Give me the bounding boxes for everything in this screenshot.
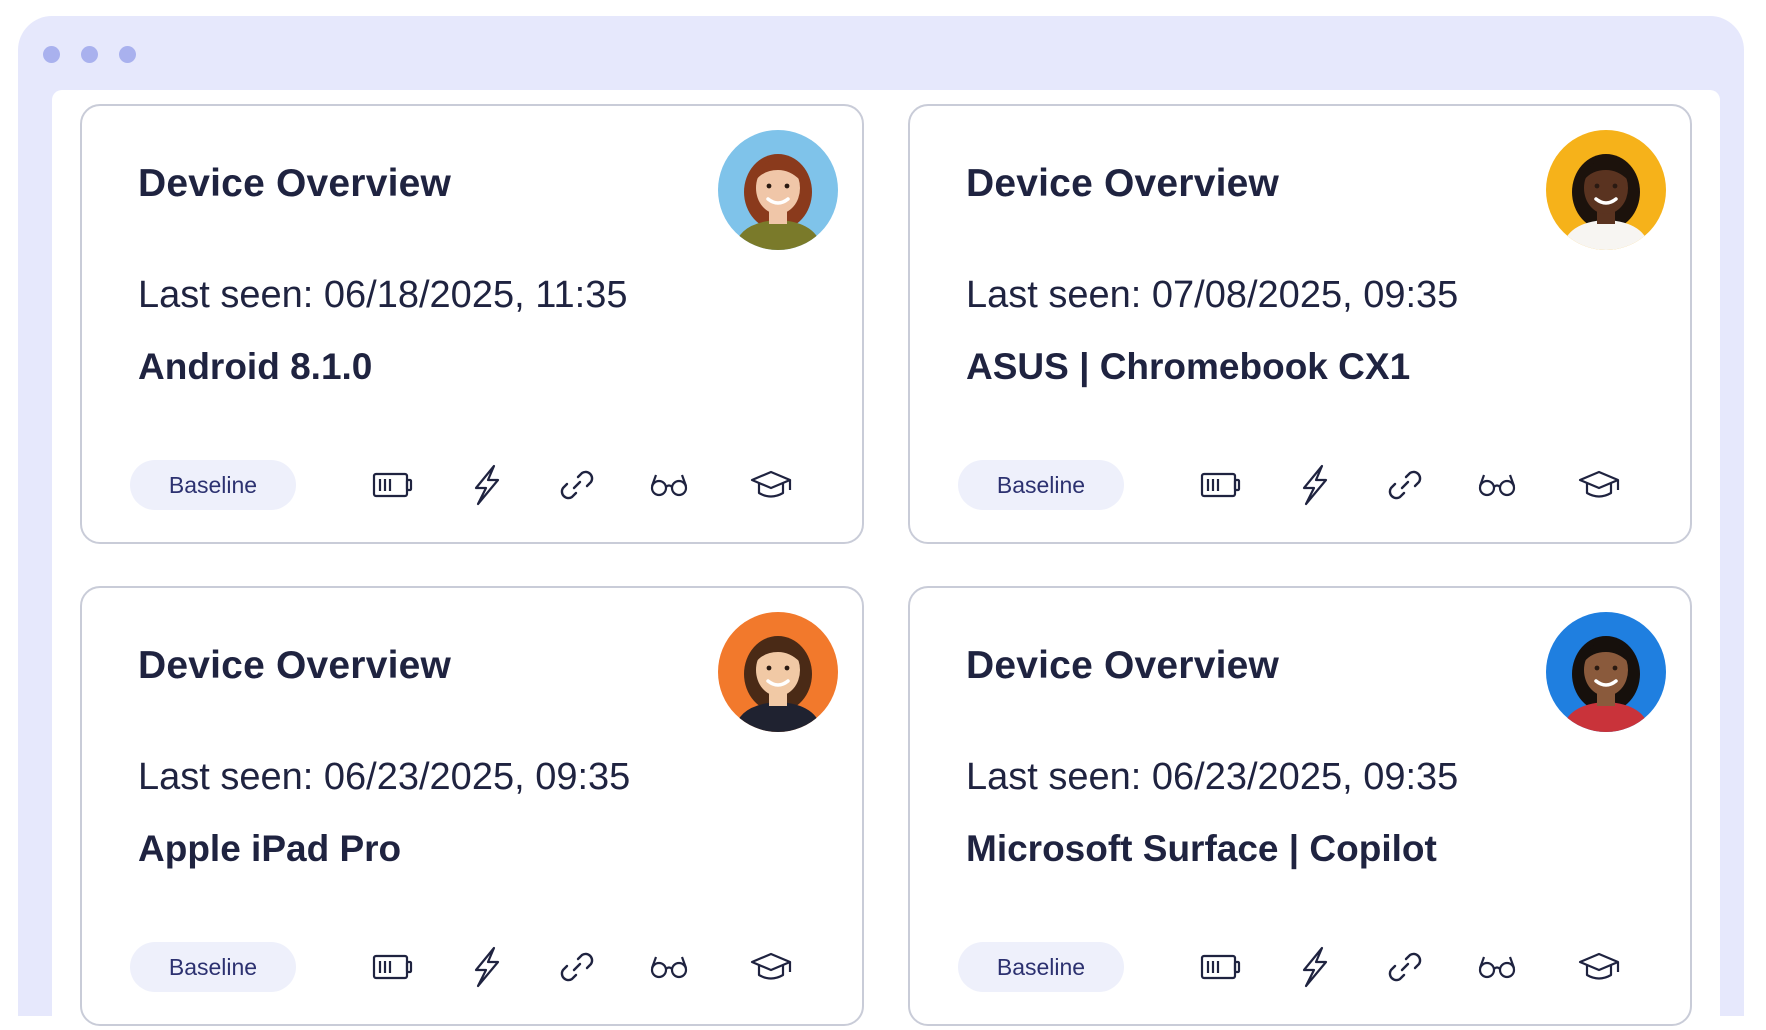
last-seen-text: Last seen: 06/23/2025, 09:35 (966, 756, 1459, 798)
lightning-icon[interactable] (462, 942, 512, 992)
browser-window: Device Overview Last seen: 06/18/2025, 1… (18, 16, 1744, 1030)
device-name: Apple iPad Pro (138, 828, 402, 869)
graduation-cap-icon[interactable] (746, 460, 796, 510)
last-seen-text: Last seen: 07/08/2025, 09:35 (966, 274, 1459, 316)
last-seen-text: Last seen: 06/18/2025, 11:35 (138, 274, 628, 316)
lightning-icon[interactable] (462, 460, 512, 510)
window-controls (43, 46, 136, 63)
window-dot-close[interactable] (43, 46, 60, 63)
glasses-icon[interactable] (1472, 942, 1522, 992)
link-icon[interactable] (1380, 942, 1430, 992)
baseline-badge[interactable]: Baseline (958, 942, 1124, 992)
avatar[interactable] (1546, 612, 1666, 732)
device-name: ASUS | Chromebook CX1 (966, 346, 1411, 387)
battery-icon[interactable] (368, 460, 418, 510)
glasses-icon[interactable] (644, 942, 694, 992)
last-seen-text: Last seen: 06/23/2025, 09:35 (138, 756, 631, 798)
baseline-badge[interactable]: Baseline (130, 460, 296, 510)
link-icon[interactable] (552, 460, 602, 510)
baseline-badge[interactable]: Baseline (130, 942, 296, 992)
card-title: Device Overview (966, 162, 1280, 205)
lightning-icon[interactable] (1290, 460, 1340, 510)
device-name: Microsoft Surface | Copilot (966, 828, 1437, 869)
link-icon[interactable] (552, 942, 602, 992)
window-dot-maximize[interactable] (119, 46, 136, 63)
link-icon[interactable] (1380, 460, 1430, 510)
avatar[interactable] (718, 130, 838, 250)
window-dot-minimize[interactable] (81, 46, 98, 63)
device-card[interactable]: Device Overview Last seen: 07/08/2025, 0… (908, 104, 1692, 544)
battery-icon[interactable] (1196, 460, 1246, 510)
battery-icon[interactable] (1196, 942, 1246, 992)
device-card[interactable]: Device Overview Last seen: 06/23/2025, 0… (80, 586, 864, 1026)
device-card[interactable]: Device Overview Last seen: 06/23/2025, 0… (908, 586, 1692, 1026)
graduation-cap-icon[interactable] (1574, 942, 1624, 992)
device-card[interactable]: Device Overview Last seen: 06/18/2025, 1… (80, 104, 864, 544)
card-title: Device Overview (138, 644, 452, 687)
graduation-cap-icon[interactable] (1574, 460, 1624, 510)
lightning-icon[interactable] (1290, 942, 1340, 992)
card-title: Device Overview (966, 644, 1280, 687)
baseline-badge[interactable]: Baseline (958, 460, 1124, 510)
content-area: Device Overview Last seen: 06/18/2025, 1… (52, 90, 1720, 1030)
battery-icon[interactable] (368, 942, 418, 992)
avatar[interactable] (1546, 130, 1666, 250)
card-title: Device Overview (138, 162, 452, 205)
device-name: Android 8.1.0 (138, 346, 373, 387)
glasses-icon[interactable] (1472, 460, 1522, 510)
avatar[interactable] (718, 612, 838, 732)
graduation-cap-icon[interactable] (746, 942, 796, 992)
glasses-icon[interactable] (644, 460, 694, 510)
